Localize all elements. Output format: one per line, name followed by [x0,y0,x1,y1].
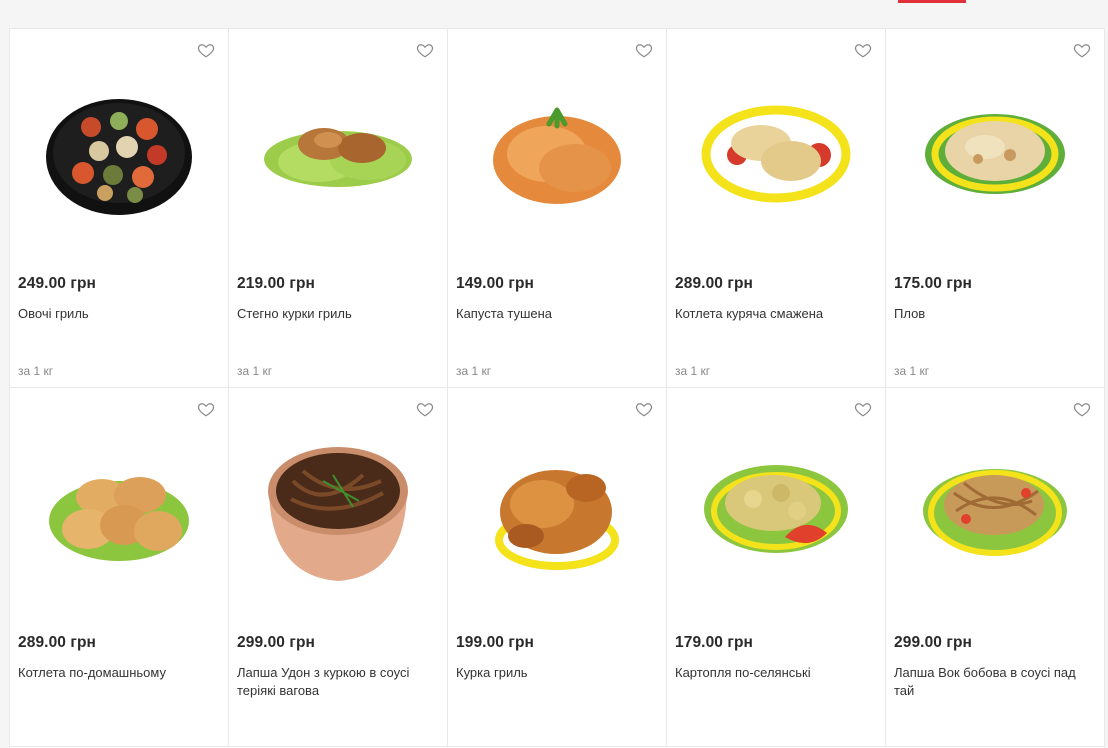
product-name[interactable]: Курка гриль [456,664,654,682]
active-tab-indicator [898,0,966,3]
product-unit: за 1 кг [894,364,930,378]
product-name[interactable]: Котлета куряча смажена [675,305,873,323]
product-card[interactable]: 219.00 грн Стегно курки гриль за 1 кг [229,29,448,388]
product-price: 199.00 грн [456,634,535,651]
product-price: 149.00 грн [456,275,535,292]
product-card[interactable]: 299.00 грн Лапша Вок бобова в соусі пад … [886,388,1105,747]
product-card[interactable]: 299.00 грн Лапша Удон з куркою в соусі т… [229,388,448,747]
favorite-heart-icon[interactable] [416,400,434,418]
product-image-pilaf[interactable] [886,59,1104,249]
favorite-heart-icon[interactable] [854,41,872,59]
product-name[interactable]: Капуста тушена [456,305,654,323]
product-card[interactable]: 175.00 грн Плов за 1 кг [886,29,1105,388]
product-image-stewed-cabbage[interactable] [448,59,666,249]
product-price: 249.00 грн [18,275,97,292]
product-price: 289.00 грн [675,275,754,292]
favorite-heart-icon[interactable] [854,400,872,418]
product-image-wok-bean-noodles[interactable] [886,418,1104,608]
product-name[interactable]: Плов [894,305,1092,323]
product-image-grilled-vegetables[interactable] [10,59,228,249]
product-name[interactable]: Стегно курки гриль [237,305,435,323]
product-name[interactable]: Лапша Вок бобова в соусі пад тай [894,664,1092,700]
product-image-fried-chicken-cutlet[interactable] [667,59,885,249]
product-price: 219.00 грн [237,275,316,292]
product-card[interactable]: 199.00 грн Курка гриль [448,388,667,747]
favorite-heart-icon[interactable] [1073,41,1091,59]
product-unit: за 1 кг [675,364,711,378]
product-grid: 249.00 грн Овочі гриль за 1 кг 219.00 гр… [9,28,1105,748]
product-name[interactable]: Овочі гриль [18,305,216,323]
product-price: 175.00 грн [894,275,973,292]
product-card[interactable]: 149.00 грн Капуста тушена за 1 кг [448,29,667,388]
product-unit: за 1 кг [456,364,492,378]
product-price: 179.00 грн [675,634,754,651]
product-image-grilled-chicken-thigh[interactable] [229,59,447,249]
product-image-homemade-cutlets[interactable] [10,418,228,608]
product-price: 299.00 грн [894,634,973,651]
product-image-grilled-chicken[interactable] [448,418,666,608]
product-card[interactable]: 289.00 грн Котлета по-домашньому [10,388,229,747]
favorite-heart-icon[interactable] [635,41,653,59]
product-price: 299.00 грн [237,634,316,651]
favorite-heart-icon[interactable] [635,400,653,418]
product-unit: за 1 кг [237,364,273,378]
product-name[interactable]: Котлета по-домашньому [18,664,216,682]
product-card[interactable]: 179.00 грн Картопля по-селянські [667,388,886,747]
favorite-heart-icon[interactable] [416,41,434,59]
product-name[interactable]: Лапша Удон з куркою в соусі теріякі ваго… [237,664,435,700]
favorite-heart-icon[interactable] [1073,400,1091,418]
product-name[interactable]: Картопля по-селянські [675,664,873,682]
product-price: 289.00 грн [18,634,97,651]
product-card[interactable]: 289.00 грн Котлета куряча смажена за 1 к… [667,29,886,388]
product-image-country-potatoes[interactable] [667,418,885,608]
product-card[interactable]: 249.00 грн Овочі гриль за 1 кг [10,29,229,388]
favorite-heart-icon[interactable] [197,400,215,418]
favorite-heart-icon[interactable] [197,41,215,59]
product-unit: за 1 кг [18,364,54,378]
product-image-udon-noodles-bowl[interactable] [229,418,447,608]
